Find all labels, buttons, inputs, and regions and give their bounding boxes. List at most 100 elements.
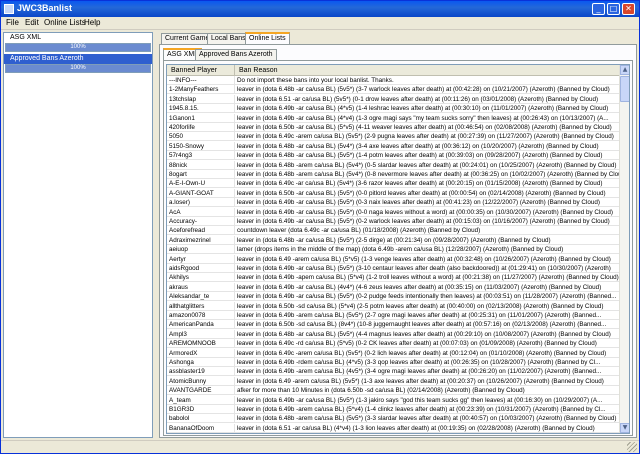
table-row[interactable]: 1945.8.15. leaver in (dota 6.49b -ar ca/u… — [167, 104, 619, 114]
banned-player-cell: AmericanPanda — [167, 320, 235, 330]
table-row[interactable]: 5150-Snowy leaver in (dota 6.48b -ar ca/u… — [167, 141, 619, 151]
table-row[interactable]: AtomicBunny leaver in (dota 6.49 -arem ca… — [167, 376, 619, 386]
table-row[interactable]: AREMOMNOOB leaver in (dota 6.49c -rd ca/u… — [167, 339, 619, 349]
online-lists-pane: ASG XML 100% Approved Bans Azeroth 100% — [3, 32, 153, 438]
table-row[interactable]: AcA leaver in (dota 6.49b -ar ca/usa BL) … — [167, 207, 619, 217]
pane-splitter[interactable] — [154, 32, 158, 438]
close-button[interactable]: ✕ — [622, 3, 635, 15]
banned-player-cell: 57r4ng3 — [167, 151, 235, 161]
ban-reason-cell: leaver in (dota 6.49b -ar ca/usa BL) (5v… — [237, 396, 603, 404]
ban-reason-cell: leaver in (dota 6.49c -arem ca/usa BL) (… — [237, 349, 607, 357]
table-row[interactable]: A-GIANT-GOAT leaver in (dota 6.50b -ar ca… — [167, 188, 619, 198]
table-row[interactable]: assblaster19 leaver in (dota 6.49b -arem … — [167, 367, 619, 377]
banned-player-cell: Accuracy- — [167, 217, 235, 226]
table-row[interactable]: ---INFO--- Do not import these bans into … — [167, 76, 619, 85]
table-row[interactable]: 8ogart leaver in (dota 6.48b -arem ca/usa… — [167, 170, 619, 179]
table-row[interactable]: BananaOfDoom leaver in (dota 6.51 -ar ca/… — [167, 423, 619, 433]
table-row[interactable]: A-E-I-Own-U leaver in (dota 6.49c -ar ca/… — [167, 179, 619, 189]
banned-player-cell: ArmoredX — [167, 348, 235, 358]
banned-player-cell: 5150-Snowy — [167, 141, 235, 151]
banned-player-cell: assblaster19 — [167, 367, 235, 377]
table-row[interactable]: 5050 leaver in (dota 6.49c -arem ca/usa B… — [167, 132, 619, 142]
minimize-button[interactable]: _ — [592, 3, 605, 15]
ban-reason-cell: leaver in (dota 6.49b -ar ca/usa BL) (5v… — [237, 293, 617, 301]
banned-player-cell: Adraximezrinel — [167, 235, 235, 245]
table-row[interactable]: Ashonga leaver in (dota 6.49b -rdem ca/us… — [167, 358, 619, 367]
window-title: JWC3Banlist — [17, 3, 73, 13]
ban-reason-cell: leaver in (dota 6.50b -sd ca/usa BL) (8v… — [237, 321, 607, 329]
banned-player-cell: 5050 — [167, 132, 235, 142]
ban-reason-cell: leaver in (dota 6.48b -ar ca/usa BL) (5v… — [237, 236, 551, 244]
table-row[interactable]: 420forlife leaver in (dota 6.50b -ar ca/u… — [167, 123, 619, 132]
banned-player-cell: A-E-I-Own-U — [167, 179, 235, 189]
table-row[interactable]: B1GR3D leaver in (dota 6.49b -arem ca/usa… — [167, 405, 619, 414]
table-row[interactable]: Adraximezrinel leaver in (dota 6.48b -ar … — [167, 235, 619, 245]
tab-local-bans[interactable]: Local Bans — [207, 33, 250, 44]
vertical-scrollbar[interactable]: ▲ ▼ — [619, 65, 629, 433]
ban-reason-cell: leaver in (dota 6.49b -ar ca/usa BL) (5v… — [237, 218, 610, 225]
download-progress-bar: 100% — [5, 64, 151, 73]
table-row[interactable]: 88nick leaver in (dota 6.48b -arem ca/usa… — [167, 160, 619, 170]
table-row[interactable]: AVANTGARDE afker for more than 10 Minutes… — [167, 386, 619, 396]
download-progress-bar: 100% — [5, 43, 151, 52]
ban-reason-cell: leaver in (dota 6.49b -rdem ca/usa BL) (… — [237, 359, 601, 366]
menu-help[interactable]: Help — [84, 18, 100, 27]
ban-reason-cell: Do not import these bans into your local… — [237, 77, 394, 84]
table-row[interactable]: A_team leaver in (dota 6.49b -ar ca/usa B… — [167, 395, 619, 405]
app-icon — [4, 4, 14, 14]
table-row[interactable]: Aleksandar_te leaver in (dota 6.49b -ar c… — [167, 292, 619, 302]
ban-reason-cell: leaver in (dota 6.49b -ar ca/usa BL) (5v… — [237, 208, 613, 216]
online-lists-panel: ASG XML Approved Bans Azeroth Banned Pla… — [159, 44, 637, 438]
table-row[interactable]: a.loser) leaver in (dota 6.49b -ar ca/usa… — [167, 198, 619, 208]
table-row[interactable]: aeiuop lamer (drops items in the middle o… — [167, 245, 619, 255]
resize-grip[interactable] — [627, 442, 637, 452]
table-row[interactable]: ArmoredX leaver in (dota 6.49c -arem ca/u… — [167, 348, 619, 358]
scroll-up-button[interactable]: ▲ — [620, 65, 629, 75]
ban-reason-cell: leaver in (dota 6.50b -ar ca/usa BL) (5v… — [237, 189, 606, 197]
banned-player-cell: Ashonga — [167, 358, 235, 367]
banned-player-cell: aidsRgood — [167, 264, 235, 273]
banned-player-cell: 1-2ManyFeathers — [167, 85, 235, 95]
ban-reason-cell: leaver in (dota 6.49 -arem ca/usa BL) (5… — [237, 377, 604, 385]
table-row[interactable]: Accuracy-leaver in (dota 6.49b -ar ca/us… — [167, 217, 619, 226]
tab-approved-bans-azeroth[interactable]: Approved Bans Azeroth — [195, 49, 277, 60]
banned-player-cell: 8ogart — [167, 170, 235, 179]
table-row[interactable]: Akhilys leaver in (dota 6.49b -apem ca/us… — [167, 273, 619, 283]
banned-player-cell: AtomicBunny — [167, 376, 235, 386]
table-row[interactable]: allthatglitters leaver in (dota 6.50b -sd… — [167, 301, 619, 311]
ban-reason-cell: leaver in (dota 6.48b -arem ca/usa BL) (… — [237, 415, 617, 423]
banned-player-cell: B1GR3D — [167, 405, 235, 414]
column-header-ban-reason[interactable]: Ban Reason — [235, 65, 619, 76]
table-row[interactable]: babolol leaver in (dota 6.48b -arem ca/us… — [167, 414, 619, 424]
table-row[interactable]: akraus leaver in (dota 6.49b -ar ca/usa B… — [167, 282, 619, 292]
main-tabs: Current Game Local Bans Online Lists — [159, 32, 637, 44]
banned-player-cell: akraus — [167, 282, 235, 292]
banned-player-cell: Aceforefread — [167, 226, 235, 236]
table-row[interactable]: 57r4ng3 leaver in (dota 6.48b -ar ca/usa … — [167, 151, 619, 161]
banned-player-cell: 420forlife — [167, 123, 235, 132]
column-header-banned-player[interactable]: Banned Player — [167, 65, 235, 76]
ban-reason-cell: leaver in (dota 6.49b -arem ca/usa BL) (… — [237, 368, 602, 376]
table-row[interactable]: aidsRgood leaver in (dota 6.49b -ar ca/us… — [167, 264, 619, 273]
table-row[interactable]: amazon0078 leaver in (dota 6.49b -arem ca… — [167, 311, 619, 320]
table-row[interactable]: 1Ganon1 leaver in (dota 6.49b -ar ca/usa … — [167, 113, 619, 123]
status-bar — [1, 440, 639, 453]
title-bar[interactable]: JWC3Banlist _ □ ✕ — [1, 1, 639, 17]
menu-online-lists[interactable]: Online Lists — [44, 18, 86, 27]
scroll-down-button[interactable]: ▼ — [620, 423, 629, 433]
tab-current-game[interactable]: Current Game — [161, 33, 214, 44]
ban-reason-cell: leaver in (dota 6.49b -arem ca/usa BL) (… — [237, 406, 606, 413]
maximize-button[interactable]: □ — [607, 3, 620, 15]
table-row[interactable]: AmericanPanda leaver in (dota 6.50b -sd c… — [167, 320, 619, 330]
table-row[interactable]: 13tchslap leaver in (dota 6.51 -ar ca/usa… — [167, 94, 619, 104]
table-row[interactable]: Ampl3 leaver in (dota 6.48b -ar ca/usa BL… — [167, 329, 619, 339]
ban-reason-cell: leaver in (dota 6.50b -sd ca/usa BL) (5*… — [237, 302, 604, 310]
tab-online-lists[interactable]: Online Lists — [245, 32, 290, 44]
menu-file[interactable]: File — [6, 18, 19, 27]
table-row[interactable]: Aceforefread countdown leaver (dota 6.49c… — [167, 226, 619, 236]
menu-edit[interactable]: Edit — [25, 18, 39, 27]
scroll-thumb[interactable] — [620, 76, 629, 102]
table-body: ---INFO--- Do not import these bans into … — [167, 76, 619, 433]
table-row[interactable]: Aertyr leaver in (dota 6.49 -arem ca/usa … — [167, 254, 619, 264]
table-row[interactable]: 1-2ManyFeathers leaver in (dota 6.48b -ar… — [167, 85, 619, 95]
